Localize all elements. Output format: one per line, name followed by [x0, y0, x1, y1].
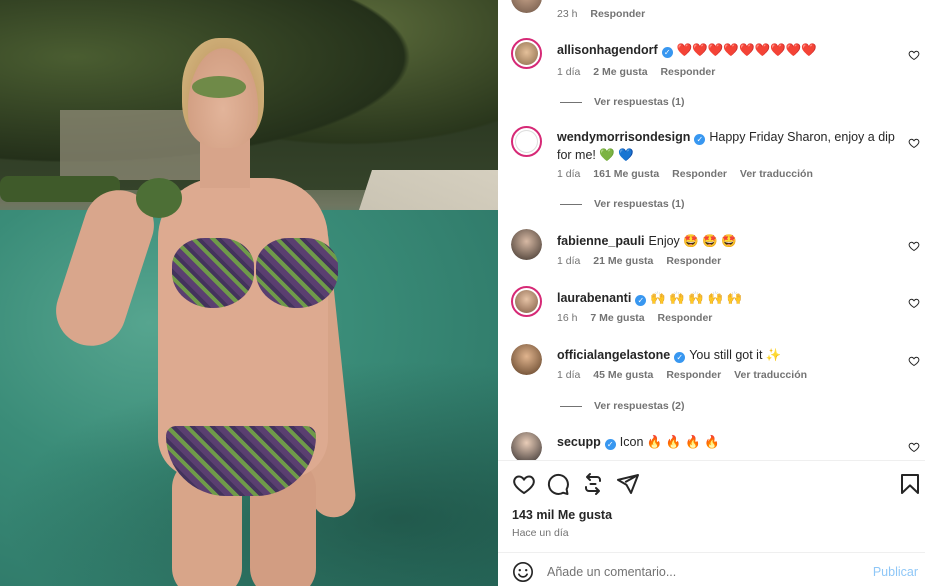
comment-time: 1 día — [557, 168, 581, 180]
action-bar — [498, 462, 925, 506]
repost-icon[interactable] — [581, 472, 605, 496]
comment-icon[interactable] — [546, 472, 570, 496]
comment-username[interactable]: fabienne_pauli — [557, 234, 645, 248]
comment-text: Enjoy 🤩 🤩 🤩 — [648, 234, 737, 248]
comment-time: 16 h — [557, 312, 578, 324]
photo-subject — [46, 38, 360, 586]
verified-badge-icon: ✓ — [674, 352, 686, 363]
reply-button[interactable]: Responder — [660, 66, 715, 78]
post-likes[interactable]: 143 mil Me gusta — [512, 508, 612, 522]
view-replies-label: Ver respuestas (2) — [594, 400, 685, 412]
comment-body: wendymorrisondesign ✓ Happy Friday Sharon,… — [557, 128, 897, 164]
comment-body: allisonhagendorf ✓ ❤️❤️❤️❤️❤️❤️❤️❤️❤️ — [557, 41, 897, 59]
publish-button[interactable]: Publicar — [873, 565, 918, 579]
reply-button[interactable]: Responder — [666, 369, 721, 381]
verified-badge-icon: ✓ — [661, 47, 673, 58]
heart-icon[interactable] — [512, 472, 536, 496]
post-photo[interactable] — [0, 0, 498, 586]
comment-body: officialangelastone ✓ You still got it ✨ — [557, 346, 897, 364]
heart-icon[interactable] — [908, 441, 920, 453]
comment-input[interactable] — [547, 562, 847, 582]
avatar[interactable] — [511, 344, 542, 375]
comment-time: 1 día — [557, 369, 581, 381]
heart-icon[interactable] — [908, 355, 920, 367]
divider — [498, 552, 925, 553]
comment-body: fabienne_pauli Enjoy 🤩 🤩 🤩 — [557, 232, 897, 250]
comment-text: Icon 🔥 🔥 🔥 🔥 — [619, 435, 720, 449]
comment-username[interactable]: allisonhagendorf — [557, 43, 658, 57]
view-replies-button[interactable]: Ver respuestas (1) — [560, 198, 684, 210]
comment-likes[interactable]: 45 Me gusta — [593, 369, 653, 381]
emoji-icon[interactable] — [512, 561, 534, 583]
comments-panel: 23 h Responder allisonhagendorf ✓ ❤️❤️❤️❤️… — [498, 0, 925, 586]
comment-meta: 1 día 45 Me gusta Responder Ver traducci… — [557, 369, 817, 381]
avatar[interactable] — [511, 286, 542, 317]
comment-username[interactable]: wendymorrisondesign — [557, 130, 690, 144]
send-icon[interactable] — [616, 472, 640, 496]
comment-likes[interactable]: 7 Me gusta — [590, 312, 644, 324]
comment-meta: 1 día 21 Me gusta Responder — [557, 255, 731, 267]
heart-icon[interactable] — [908, 297, 920, 309]
heart-icon[interactable] — [908, 240, 920, 252]
add-comment-bar: Publicar — [498, 555, 925, 586]
translate-button[interactable]: Ver traducción — [740, 168, 813, 180]
comment-likes[interactable]: 21 Me gusta — [593, 255, 653, 267]
heart-icon[interactable] — [908, 49, 920, 61]
comment-body: secupp ✓ Icon 🔥 🔥 🔥 🔥 — [557, 433, 897, 451]
divider — [498, 460, 925, 461]
comment-time: 23 h — [557, 8, 578, 20]
post-time[interactable]: Hace un día — [512, 527, 569, 539]
comment-meta: 1 día 2 Me gusta Responder — [557, 66, 725, 78]
comment-username[interactable]: officialangelastone — [557, 348, 670, 362]
avatar[interactable] — [511, 432, 542, 460]
view-replies-label: Ver respuestas (1) — [594, 198, 685, 210]
avatar[interactable] — [511, 0, 542, 13]
comment-text: You still got it ✨ — [689, 348, 782, 362]
heart-icon[interactable] — [908, 137, 920, 149]
comment-body: laurabenanti ✓ 🙌 🙌 🙌 🙌 🙌 — [557, 289, 897, 307]
comment-username[interactable]: laurabenanti — [557, 291, 631, 305]
comment-text: ❤️❤️❤️❤️❤️❤️❤️❤️❤️ — [676, 43, 817, 57]
comment-time: 1 día — [557, 66, 581, 78]
comment-text: 🙌 🙌 🙌 🙌 🙌 — [650, 291, 743, 305]
bookmark-icon[interactable] — [898, 472, 922, 496]
avatar[interactable] — [511, 126, 542, 157]
view-replies-button[interactable]: Ver respuestas (1) — [560, 96, 684, 108]
view-replies-button[interactable]: Ver respuestas (2) — [560, 400, 684, 412]
verified-badge-icon: ✓ — [635, 295, 647, 306]
comment-meta: 23 h Responder — [557, 8, 655, 20]
view-replies-label: Ver respuestas (1) — [594, 96, 685, 108]
avatar[interactable] — [511, 229, 542, 260]
reply-button[interactable]: Responder — [666, 255, 721, 267]
avatar[interactable] — [511, 38, 542, 69]
comment-meta: 1 día 161 Me gusta Responder Ver traducc… — [557, 168, 823, 180]
reply-button[interactable]: Responder — [658, 312, 713, 324]
comments-list[interactable]: 23 h Responder allisonhagendorf ✓ ❤️❤️❤️❤️… — [498, 0, 925, 460]
verified-badge-icon: ✓ — [604, 439, 616, 450]
verified-badge-icon: ✓ — [694, 134, 706, 145]
comment-likes[interactable]: 161 Me gusta — [593, 168, 659, 180]
comment-username[interactable]: secupp — [557, 435, 601, 449]
reply-button[interactable]: Responder — [672, 168, 727, 180]
reply-button[interactable]: Responder — [590, 8, 645, 20]
translate-button[interactable]: Ver traducción — [734, 369, 807, 381]
comment-meta: 16 h 7 Me gusta Responder — [557, 312, 722, 324]
comment-likes[interactable]: 2 Me gusta — [593, 66, 647, 78]
comment-time: 1 día — [557, 255, 581, 267]
